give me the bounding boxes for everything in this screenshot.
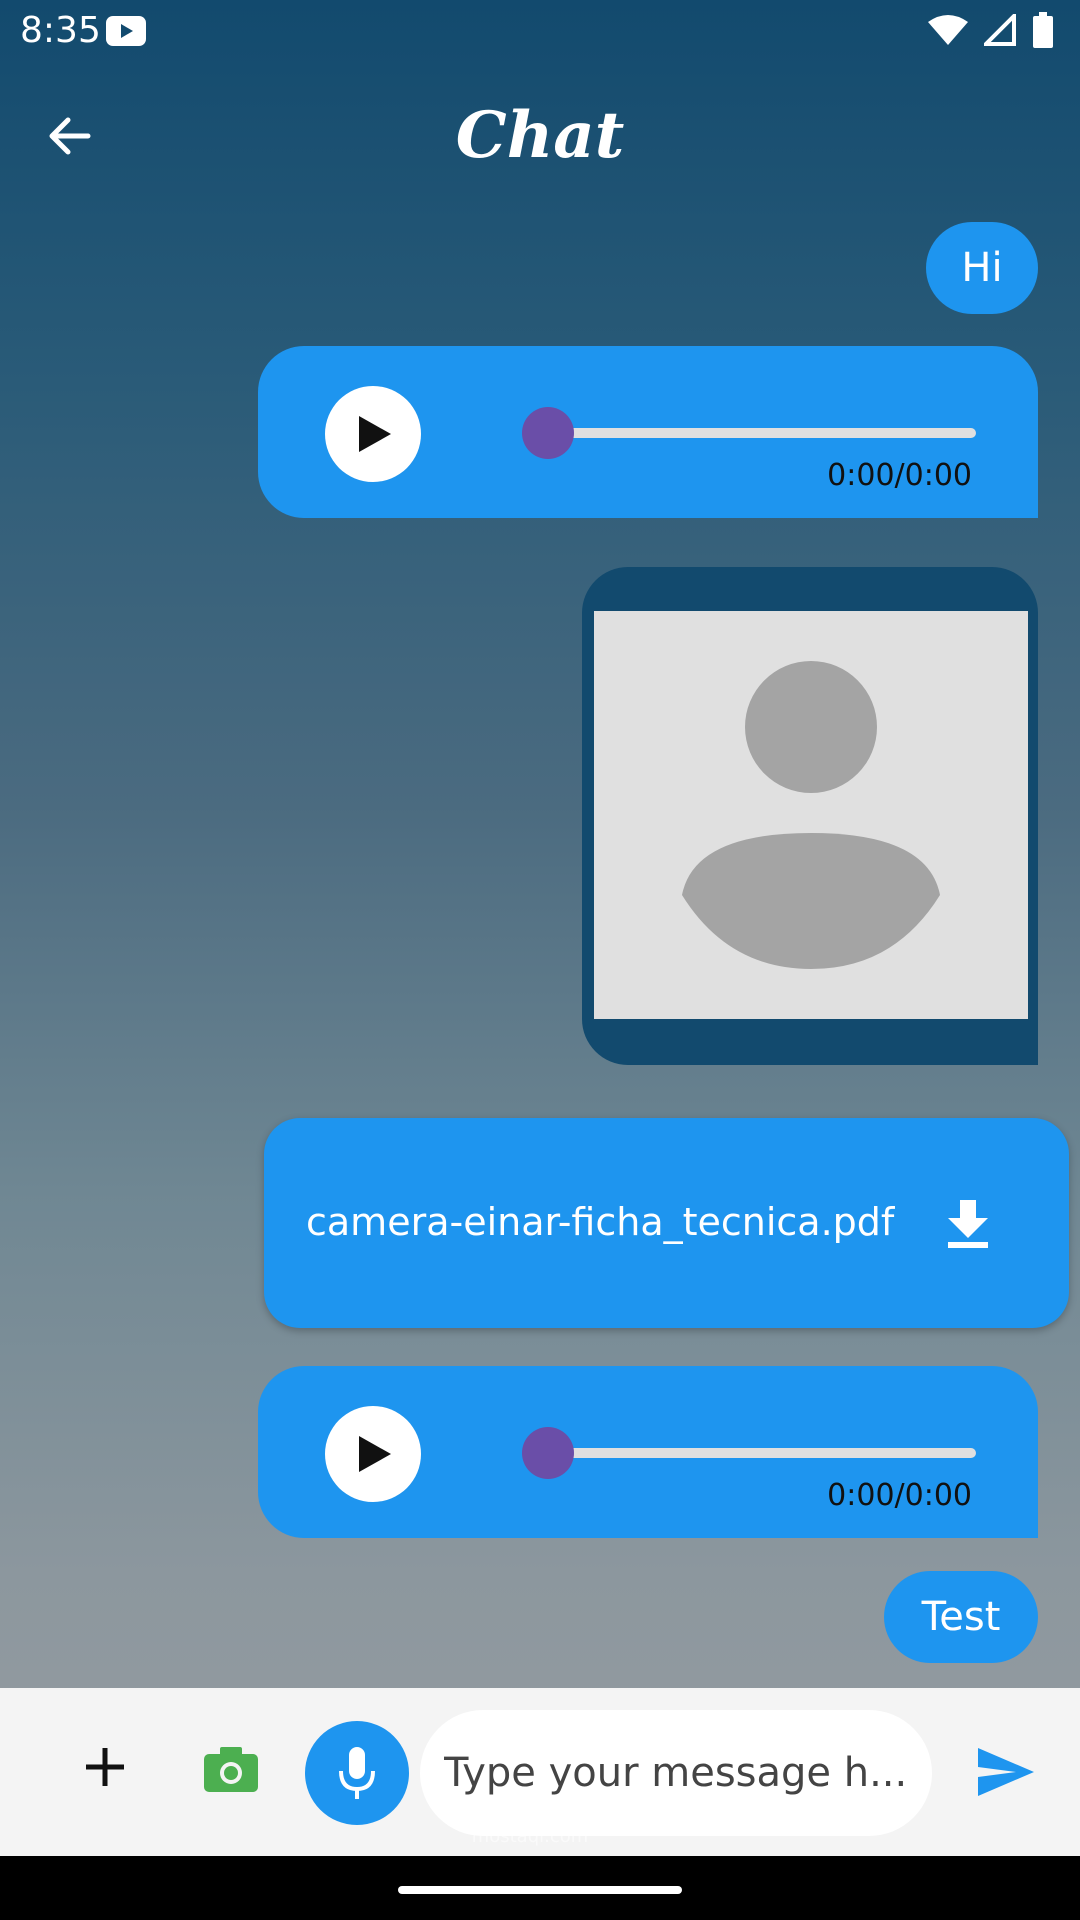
play-button[interactable]	[325, 386, 421, 482]
message-bubble-audio: 0:00/0:00	[258, 346, 1038, 518]
audio-progress-track[interactable]	[536, 1448, 976, 1458]
youtube-notification-icon	[106, 16, 146, 46]
audio-time: 0:00/0:00	[827, 458, 972, 493]
audio-progress-track[interactable]	[536, 428, 976, 438]
page-title: Chat	[455, 98, 625, 173]
watermark: mostaql.com	[471, 1826, 589, 1847]
person-placeholder-icon	[682, 661, 940, 969]
audio-progress-thumb[interactable]	[522, 1427, 574, 1479]
status-bar: 8:35	[0, 0, 1080, 64]
system-nav-bar	[0, 1856, 1080, 1920]
file-name: camera-einar-ficha_tecnica.pdf	[306, 1200, 895, 1244]
message-bubble-text[interactable]: Hi	[926, 222, 1038, 314]
send-icon[interactable]	[976, 1746, 1036, 1798]
audio-progress-thumb[interactable]	[522, 407, 574, 459]
play-icon	[359, 416, 391, 452]
mic-button[interactable]	[305, 1721, 409, 1825]
plus-icon[interactable]	[80, 1742, 130, 1792]
status-time: 8:35	[20, 10, 101, 51]
play-button[interactable]	[325, 1406, 421, 1502]
play-icon	[359, 1436, 391, 1472]
message-text: Test	[921, 1594, 1001, 1640]
download-icon[interactable]	[940, 1194, 996, 1250]
message-bubble-text[interactable]: Test	[884, 1571, 1038, 1663]
wifi-icon	[928, 15, 968, 45]
message-bubble-file[interactable]: camera-einar-ficha_tecnica.pdf	[264, 1118, 1069, 1328]
mic-icon	[339, 1747, 375, 1799]
camera-icon[interactable]	[202, 1744, 260, 1794]
message-bubble-image[interactable]	[582, 567, 1038, 1065]
battery-icon	[1033, 12, 1053, 48]
message-input[interactable]	[420, 1710, 932, 1836]
avatar-placeholder-image	[594, 611, 1028, 1019]
cell-signal-icon	[984, 14, 1016, 46]
message-text: Hi	[961, 245, 1003, 291]
gesture-handle[interactable]	[398, 1886, 682, 1894]
audio-time: 0:00/0:00	[827, 1478, 972, 1513]
message-bubble-audio: 0:00/0:00	[258, 1366, 1038, 1538]
app-bar: Chat	[0, 80, 1080, 192]
